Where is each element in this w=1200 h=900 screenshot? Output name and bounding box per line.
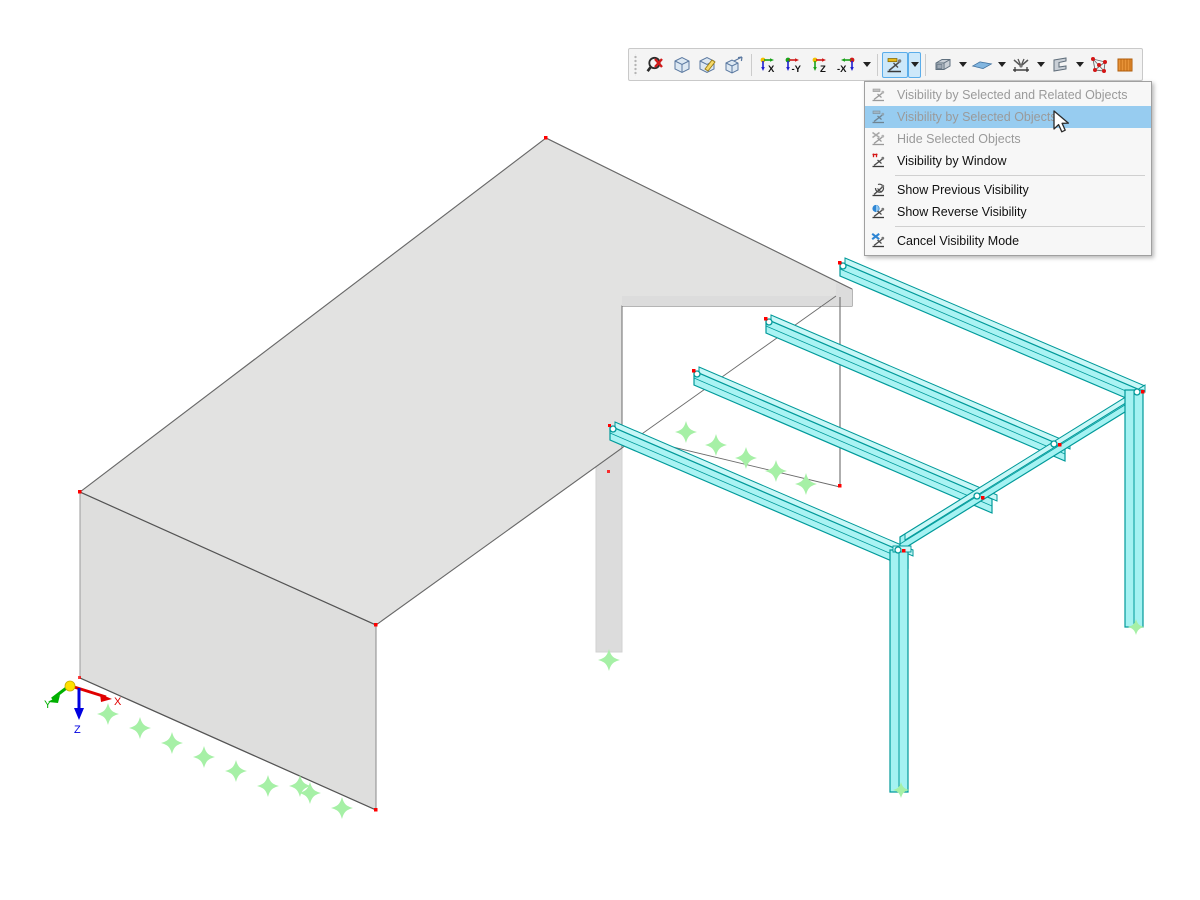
axis-neg-y-label: -Y	[792, 64, 802, 75]
slab-edge	[610, 322, 766, 432]
toolbar-separator	[751, 53, 752, 76]
hide-selected-icon	[869, 129, 891, 149]
menu-separator	[895, 226, 1145, 227]
visibility-dropdown-arrow[interactable]	[908, 51, 921, 78]
menu-item-visibility-by-selected-and-related[interactable]: Visibility by Selected and Related Objec…	[865, 84, 1151, 106]
view-edit-button[interactable]	[695, 52, 721, 78]
steel-column[interactable]	[889, 545, 912, 793]
render-mode-button[interactable]	[930, 52, 956, 78]
section-dropdown-arrow[interactable]	[1073, 52, 1086, 78]
axis-x-label: X	[768, 64, 775, 75]
view-direction-dropdown-arrow[interactable]	[860, 52, 873, 78]
surface-icon	[971, 60, 993, 69]
menu-item-label: Show Reverse Visibility	[897, 205, 1027, 219]
menu-item-cancel-visibility-mode[interactable]: Cancel Visibility Mode	[865, 230, 1151, 252]
visibility-previous-icon	[869, 180, 891, 200]
visibility-selected-icon	[869, 107, 891, 127]
menu-item-label: Visibility by Selected Objects	[897, 110, 1057, 124]
steel-column[interactable]	[1124, 389, 1144, 628]
axis-neg-x-label: -X	[837, 64, 847, 75]
nodes-display-button[interactable]	[1086, 52, 1112, 78]
chevron-down-icon	[997, 62, 1006, 67]
visibility-dropdown-menu[interactable]: Visibility by Selected and Related Objec…	[864, 81, 1152, 256]
menu-item-show-reverse-visibility[interactable]: Show Reverse Visibility	[865, 201, 1151, 223]
visibility-cancel-icon	[869, 231, 891, 251]
axis-label-x: X	[114, 696, 122, 708]
menu-item-show-previous-visibility[interactable]: Show Previous Visibility	[865, 179, 1151, 201]
cube-pencil-icon	[699, 56, 716, 73]
panel-display-button[interactable]	[1112, 52, 1138, 78]
view-neg-x-button[interactable]: -X	[834, 52, 860, 78]
view-z-button[interactable]: Z	[808, 52, 834, 78]
section-icon	[1053, 56, 1067, 72]
support-dropdown-arrow[interactable]	[1034, 52, 1047, 78]
menu-item-label: Cancel Visibility Mode	[897, 234, 1020, 248]
render-solid-icon	[935, 58, 951, 70]
chevron-down-icon	[910, 62, 919, 67]
support-icon	[1013, 58, 1029, 72]
view-perspective-button[interactable]	[721, 52, 747, 78]
menu-separator	[895, 175, 1145, 176]
render-mode-dropdown-arrow[interactable]	[956, 52, 969, 78]
cube-arrow-icon	[725, 55, 743, 74]
chevron-down-icon	[1075, 62, 1084, 67]
cube-icon	[674, 56, 690, 73]
axis-neg-y-icon: -Y	[785, 57, 802, 75]
steel-frame-group[interactable]	[608, 257, 1146, 798]
axis-origin-dot	[64, 680, 76, 692]
menu-item-label: Hide Selected Objects	[897, 132, 1021, 146]
menu-item-label: Visibility by Selected and Related Objec…	[897, 88, 1128, 102]
visibility-icon	[887, 57, 902, 72]
view-toolbar[interactable]: X -Y Z -X	[628, 48, 1143, 81]
menu-item-visibility-by-window[interactable]: Visibility by Window	[865, 150, 1151, 172]
axis-x-icon: X	[760, 57, 775, 75]
view-neg-y-button[interactable]: -Y	[782, 52, 808, 78]
axis-neg-x-icon: -X	[837, 57, 855, 75]
orange-panel-icon	[1117, 58, 1133, 71]
toolbar-separator	[925, 53, 926, 76]
chevron-down-icon	[958, 62, 967, 67]
steel-beam-main-right[interactable]	[899, 384, 1146, 553]
view-x-button[interactable]: X	[756, 52, 782, 78]
menu-item-hide-selected-objects[interactable]: Hide Selected Objects	[865, 128, 1151, 150]
magnifier-red-x-icon	[646, 56, 663, 72]
zoom-reset-button[interactable]	[643, 52, 669, 78]
visibility-button[interactable]	[882, 51, 908, 78]
chevron-down-icon	[862, 62, 871, 67]
surface-display-button[interactable]	[969, 52, 995, 78]
axis-z-label: Z	[820, 64, 826, 75]
support-display-button[interactable]	[1008, 52, 1034, 78]
visibility-window-icon	[869, 151, 891, 171]
chevron-down-icon	[1036, 62, 1045, 67]
menu-item-label: Visibility by Window	[897, 154, 1007, 168]
gray-column[interactable]	[595, 447, 623, 653]
axis-label-z: Z	[74, 724, 81, 736]
visibility-reverse-icon	[869, 202, 891, 222]
visibility-related-icon	[869, 85, 891, 105]
surface-dropdown-arrow[interactable]	[995, 52, 1008, 78]
toolbar-grip-handle[interactable]	[633, 53, 640, 76]
nodes-molecule-icon	[1091, 56, 1107, 73]
axis-label-y: Y	[44, 699, 52, 711]
menu-item-label: Show Previous Visibility	[897, 183, 1029, 197]
toolbar-separator	[877, 53, 878, 76]
section-display-button[interactable]	[1047, 52, 1073, 78]
axis-z-icon: Z	[812, 57, 826, 75]
view-isometric-button[interactable]	[669, 52, 695, 78]
menu-item-visibility-by-selected-objects[interactable]: Visibility by Selected Objects	[865, 106, 1151, 128]
